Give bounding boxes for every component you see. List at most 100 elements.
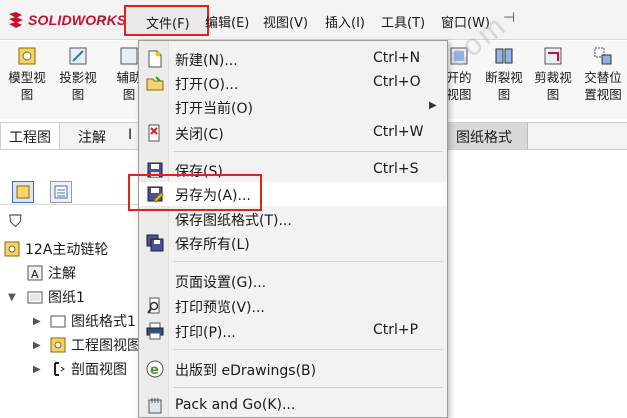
filter-icon[interactable]: ⛉ <box>9 212 22 232</box>
menu-item-open[interactable]: 打开(O)... Ctrl+O <box>139 71 447 95</box>
crop-view-icon <box>542 45 564 67</box>
solidworks-logo[interactable]: SOLIDWORKS <box>6 9 126 31</box>
tab-annotation[interactable]: 注解 <box>70 123 114 149</box>
menu-tools[interactable]: 工具(T) <box>381 12 425 31</box>
menu-item-shortcut: Ctrl+S <box>373 161 419 177</box>
annotation-icon: A <box>27 265 43 281</box>
menu-edit[interactable]: 编辑(E) <box>205 12 249 31</box>
menu-item-label: 新建(N)... <box>175 53 238 69</box>
menu-item-label: 打印预览(V)... <box>175 300 265 316</box>
expand-arrow-icon[interactable]: ▶ <box>33 364 41 375</box>
ribbon-break-view[interactable]: 断裂视 图 <box>482 45 526 103</box>
ribbon-label-2: 图 <box>546 87 560 102</box>
menu-item-new[interactable]: 新建(N)... Ctrl+N <box>139 47 447 71</box>
expand-arrow-icon[interactable]: ▶ <box>33 340 41 351</box>
menu-item-publish-edrawings[interactable]: e 出版到 eDrawings(B) <box>139 357 447 381</box>
logo-text: SOLIDWORKS <box>28 12 127 28</box>
menu-item-page-setup[interactable]: 页面设置(G)... <box>139 269 447 293</box>
tree-root-label: 12A主动链轮 <box>25 242 109 258</box>
menu-item-label: 关闭(C) <box>175 127 224 143</box>
expand-chevron-icon[interactable]: › <box>100 8 106 27</box>
expand-arrow-icon[interactable]: ▶ <box>33 316 41 327</box>
print-preview-icon <box>146 297 164 315</box>
ribbon-label-2: 图 <box>20 87 34 102</box>
pin-icon[interactable]: ⊣ <box>503 10 515 26</box>
alternate-position-icon <box>592 45 614 67</box>
projected-view-icon <box>67 45 89 67</box>
ribbon-label-1: 投影视 <box>59 70 97 85</box>
drawing-view-icon <box>50 337 66 353</box>
menu-item-label: 打开当前(O) <box>175 101 253 117</box>
ribbon-crop-view[interactable]: 剪裁视 图 <box>531 45 575 103</box>
menu-bar: SOLIDWORKS › 文件(F) 编辑(E) 视图(V) 插入(I) 工具(… <box>0 0 627 40</box>
tree-sheet-format[interactable]: 图纸格式1 <box>50 310 136 332</box>
model-view-icon <box>16 45 38 67</box>
feature-manager-toolbar <box>0 177 138 205</box>
menu-item-save-all[interactable]: 保存所有(L) <box>139 231 447 255</box>
tab-sheet-format-label: 图纸格式 <box>456 130 512 146</box>
sheet-format-icon <box>50 313 66 329</box>
menu-separator <box>173 261 443 262</box>
ribbon-label-2: 图 <box>497 87 511 102</box>
menu-item-print-preview[interactable]: 打印预览(V)... <box>139 294 447 318</box>
tree-root[interactable]: 12A主动链轮 <box>4 238 108 260</box>
tree-drawing-view-label: 工程图视图 <box>71 338 141 354</box>
menu-item-label: 页面设置(G)... <box>175 275 267 291</box>
tree-drawing-view[interactable]: 工程图视图 <box>50 334 141 356</box>
menu-item-pack-and-go[interactable]: Pack and Go(K)... <box>139 394 447 418</box>
save-all-icon <box>146 234 164 252</box>
menu-window[interactable]: 窗口(W) <box>441 12 490 31</box>
ribbon-label-1: 剪裁视 <box>534 70 572 85</box>
ribbon-label-1: 模型视 <box>8 70 46 85</box>
property-list-icon <box>54 185 68 199</box>
menu-item-shortcut: Ctrl+N <box>373 50 421 66</box>
drawing-document-icon <box>4 241 20 257</box>
menu-item-open-current[interactable]: 打开当前(O) ▶ <box>139 95 447 119</box>
menu-item-label: 出版到 eDrawings(B) <box>175 363 317 379</box>
printer-icon <box>146 322 164 340</box>
menu-separator <box>173 349 443 350</box>
ribbon-model-view[interactable]: 模型视 图 <box>5 45 49 103</box>
ribbon-projected-view[interactable]: 投影视 图 <box>56 45 100 103</box>
ribbon-label-2: 置视图 <box>584 87 622 102</box>
tab-drawing[interactable]: 工程图 <box>0 123 60 149</box>
property-manager-tab-button[interactable] <box>50 181 72 203</box>
menu-insert[interactable]: 插入(I) <box>325 12 365 31</box>
break-view-icon <box>493 45 515 67</box>
ribbon-alternate-position-view[interactable]: 交替位 置视图 <box>581 45 625 103</box>
close-document-icon <box>146 124 164 142</box>
open-folder-icon <box>146 74 164 92</box>
ribbon-label-1: 交替位 <box>584 70 622 85</box>
menu-item-shortcut: Ctrl+W <box>373 124 424 140</box>
sheet-icon <box>27 289 43 305</box>
menu-separator <box>173 151 443 152</box>
tree-section-view[interactable]: 剖面视图 <box>50 358 127 380</box>
tree-sheet-label: 图纸1 <box>48 290 85 306</box>
ribbon-label-1: 断裂视 <box>485 70 523 85</box>
menu-item-close[interactable]: 关闭(C) Ctrl+W <box>139 121 447 145</box>
menu-item-label: 保存所有(L) <box>175 237 250 253</box>
menu-item-print[interactable]: 打印(P)... Ctrl+P <box>139 319 447 343</box>
feature-tree-icon <box>16 185 30 199</box>
menu-file[interactable]: 文件(F) <box>124 5 209 36</box>
menu-item-shortcut: Ctrl+O <box>373 74 421 90</box>
menu-item-label: 打开(O)... <box>175 77 239 93</box>
svg-text:e: e <box>150 363 159 378</box>
svg-text:A: A <box>31 268 39 281</box>
tab-sheet-format[interactable]: 图纸格式 <box>446 123 528 149</box>
section-view-icon <box>50 361 66 377</box>
tree-sheet-format-label: 图纸格式1 <box>71 314 136 330</box>
menu-separator <box>173 387 443 388</box>
tree-annotations-label: 注解 <box>48 266 76 282</box>
file-menu-dropdown: 新建(N)... Ctrl+N 打开(O)... Ctrl+O 打开当前(O) … <box>138 40 448 418</box>
menu-view[interactable]: 视图(V) <box>263 12 308 31</box>
tree-sheet[interactable]: 图纸1 <box>27 286 85 308</box>
menu-item-label: Pack and Go(K)... <box>175 397 296 413</box>
save-as-highlight-box <box>128 174 262 211</box>
collapse-arrow-icon[interactable]: ▼ <box>8 292 16 303</box>
menu-item-label: 保存图纸格式(T)... <box>175 213 292 229</box>
edrawings-icon: e <box>146 360 164 378</box>
feature-manager-tab-button[interactable] <box>12 181 34 203</box>
menu-item-shortcut: Ctrl+P <box>373 322 419 338</box>
tree-annotations[interactable]: A 注解 <box>27 262 76 284</box>
